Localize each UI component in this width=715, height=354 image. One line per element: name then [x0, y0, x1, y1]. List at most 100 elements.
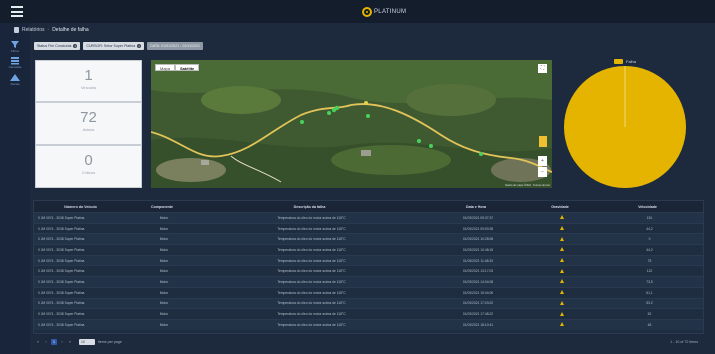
warning-icon: [560, 236, 564, 241]
cell-speed: 44,2: [646, 226, 653, 231]
table-row[interactable]: 0 JM 0074 - 3038 Super Platina Motor Tempe…: [34, 222, 703, 234]
layers-icon: [11, 57, 19, 65]
table-row[interactable]: 0 JM 0074 - 3038 Super Platina Motor Tempe…: [34, 308, 703, 319]
cell-vehicle: 0 JM 0074 - 3038 Super Platina: [38, 301, 85, 306]
cell-description: Temperatura do óleo do motor acima de 11…: [277, 290, 346, 295]
cell-vehicle: 0 JM 0074 - 3038 Super Platina: [38, 279, 85, 284]
page-size-select[interactable]: 10: [79, 339, 95, 345]
first-page-button[interactable]: «: [35, 339, 41, 345]
sidebar: Filtros Camadas Alertas: [0, 23, 30, 354]
sidebar-item-label: Camadas: [8, 65, 22, 69]
cell-description: Temperatura do óleo do motor acima de 11…: [277, 301, 346, 306]
column-header-speed[interactable]: Velocidade: [590, 205, 705, 209]
failures-table: Número do Veículo Componente Descrição d…: [33, 200, 704, 334]
cell-vehicle: 0 JM 0074 - 3038 Super Platina: [38, 312, 85, 317]
cell-severity: [530, 226, 590, 231]
close-icon[interactable]: ×: [137, 44, 142, 48]
column-header-datetime[interactable]: Data e Hora: [422, 205, 530, 209]
kpi-value: 0: [84, 152, 93, 169]
last-page-button[interactable]: »: [67, 339, 73, 345]
cell-description: Temperatura do óleo do motor acima de 11…: [277, 269, 346, 274]
cell-description: Temperatura do óleo do motor acima de 11…: [277, 226, 346, 231]
cell-speed: 48: [647, 322, 652, 327]
column-header-vehicle[interactable]: Número do Veículo: [34, 205, 127, 209]
warning-icon: [560, 279, 564, 284]
prev-page-button[interactable]: ‹: [43, 339, 49, 345]
filter-chip-date[interactable]: DATA: 01/01/2021 - 01/11/2021: [147, 42, 204, 50]
cell-vehicle: 0 JM 0074 - 3038 Super Platina: [38, 258, 85, 263]
cell-description: Temperatura do óleo do motor acima de 11…: [277, 322, 346, 327]
menu-icon[interactable]: [11, 6, 23, 17]
cell-vehicle: 0 JM 0074 - 3038 Super Platina: [38, 247, 85, 252]
cell-datetime: 01/03/2021 17:48:22: [462, 312, 494, 317]
page-size-label: items per page: [98, 340, 122, 344]
breadcrumb: Relatórios - Detalhe de falha: [14, 26, 89, 34]
table-row[interactable]: 0 JM 0074 - 3038 Super Platina Motor Tempe…: [34, 244, 703, 255]
cell-datetime: 01/03/2021 18:10:41: [462, 322, 494, 327]
sidebar-item-label: Filtros: [10, 49, 20, 53]
zoom-out-button[interactable]: −: [538, 167, 547, 177]
cell-component: Motor: [159, 226, 169, 231]
column-header-component[interactable]: Componente: [127, 205, 197, 209]
page-number-button[interactable]: 1: [51, 339, 57, 345]
filter-chip-label: Status Fim Concluída: [37, 44, 72, 48]
cell-vehicle: 0 JM 0074 - 3038 Super Platina: [38, 269, 85, 274]
cell-description: Temperatura do óleo do motor acima de 11…: [277, 215, 346, 220]
table-row[interactable]: 0 JM 0074 - 3038 Super Platina Motor Tempe…: [34, 276, 703, 287]
breadcrumb-parent[interactable]: Relatórios: [22, 27, 45, 33]
column-header-description[interactable]: Descrição da falha: [197, 205, 422, 209]
sidebar-item-alerts[interactable]: Alertas: [0, 73, 30, 97]
cell-datetime: 01/03/2021 17:03:02: [462, 301, 494, 306]
cell-vehicle: 0 JM 0074 - 3038 Super Platina: [38, 215, 85, 220]
close-icon[interactable]: ×: [73, 44, 78, 48]
sidebar-item-label: Alertas: [10, 82, 20, 86]
top-bar: PLATINUM: [0, 0, 715, 23]
map-type-toggle: Mapa Satélite: [155, 64, 200, 71]
cell-description: Temperatura do óleo do motor acima de 11…: [277, 247, 346, 252]
cell-datetime: 01/03/2021 09:37:37: [462, 215, 494, 220]
warning-icon: [560, 258, 564, 263]
next-page-button[interactable]: ›: [59, 339, 65, 345]
street-view-pegman-icon[interactable]: [539, 136, 547, 147]
cell-speed: 0: [648, 237, 651, 242]
table-row[interactable]: 0 JM 0074 - 3038 Super Platina Motor Tempe…: [34, 254, 703, 266]
cell-speed: 73,5: [646, 279, 653, 284]
cell-speed: 44,2: [646, 247, 653, 252]
table-row[interactable]: 0 JM 0074 - 3038 Super Platina Motor Tempe…: [34, 212, 703, 223]
filter-chip-status[interactable]: Status Fim Concluída ×: [34, 42, 81, 50]
kpi-card-warnings: 72 Avisos: [35, 102, 142, 145]
table-row[interactable]: 0 JM 0074 - 3038 Super Platina Motor Tempe…: [34, 286, 703, 298]
warning-icon: [560, 226, 564, 231]
table-row[interactable]: 0 JM 0074 - 3038 Super Platina Motor Tempe…: [34, 297, 703, 309]
warning-icon: [560, 268, 564, 273]
table-row[interactable]: 0 JM 0074 - 3038 Super Platina Motor Tempe…: [34, 318, 703, 330]
warning-icon: [560, 311, 564, 316]
map-view-button[interactable]: Mapa: [155, 64, 176, 71]
pagination: « ‹ 1 › » 10 items per page 1 - 10 of 72…: [33, 337, 704, 347]
table-row[interactable]: 0 JM 0074 - 3038 Super Platina Motor Tempe…: [34, 233, 703, 245]
pie-legend-swatch[interactable]: [614, 59, 623, 64]
cell-vehicle: 0 JM 0074 - 3038 Super Platina: [38, 290, 85, 295]
page-title: Detalhe de falha: [52, 27, 89, 33]
zoom-in-button[interactable]: +: [538, 156, 547, 166]
warning-icon: [560, 300, 564, 305]
filter-chip-vehicle[interactable]: CURSOR: Setor Super Platina ×: [83, 42, 145, 50]
cell-datetime: 01/03/2021 10:28:08: [462, 237, 494, 242]
satellite-map[interactable]: Mapa Satélite ⛶ + − Dados do mapa ©2021 …: [151, 60, 552, 188]
kpi-label: Críticos: [81, 170, 96, 175]
cell-datetime: 01/03/2021 14:04:08: [462, 279, 494, 284]
cell-severity: [530, 247, 590, 252]
fullscreen-icon[interactable]: ⛶: [538, 64, 547, 73]
table-row[interactable]: 0 JM 0074 - 3038 Super Platina Motor Tempe…: [34, 265, 703, 276]
filter-chips: Status Fim Concluída × CURSOR: Setor Sup…: [34, 42, 204, 50]
cell-datetime: 01/03/2021 11:48:33: [462, 258, 493, 263]
column-header-severity[interactable]: Gravidade: [530, 205, 590, 209]
satellite-view-button[interactable]: Satélite: [175, 64, 200, 71]
cell-datetime: 01/03/2021 10:48:15: [462, 247, 494, 252]
failure-pie-chart: Falha: [562, 58, 692, 190]
cell-severity: [530, 279, 590, 284]
cell-component: Motor: [159, 312, 169, 317]
cell-component: Motor: [159, 301, 169, 306]
cell-component: Motor: [159, 269, 169, 274]
filter-chip-label: DATA: 01/01/2021 - 01/11/2021: [150, 44, 201, 48]
